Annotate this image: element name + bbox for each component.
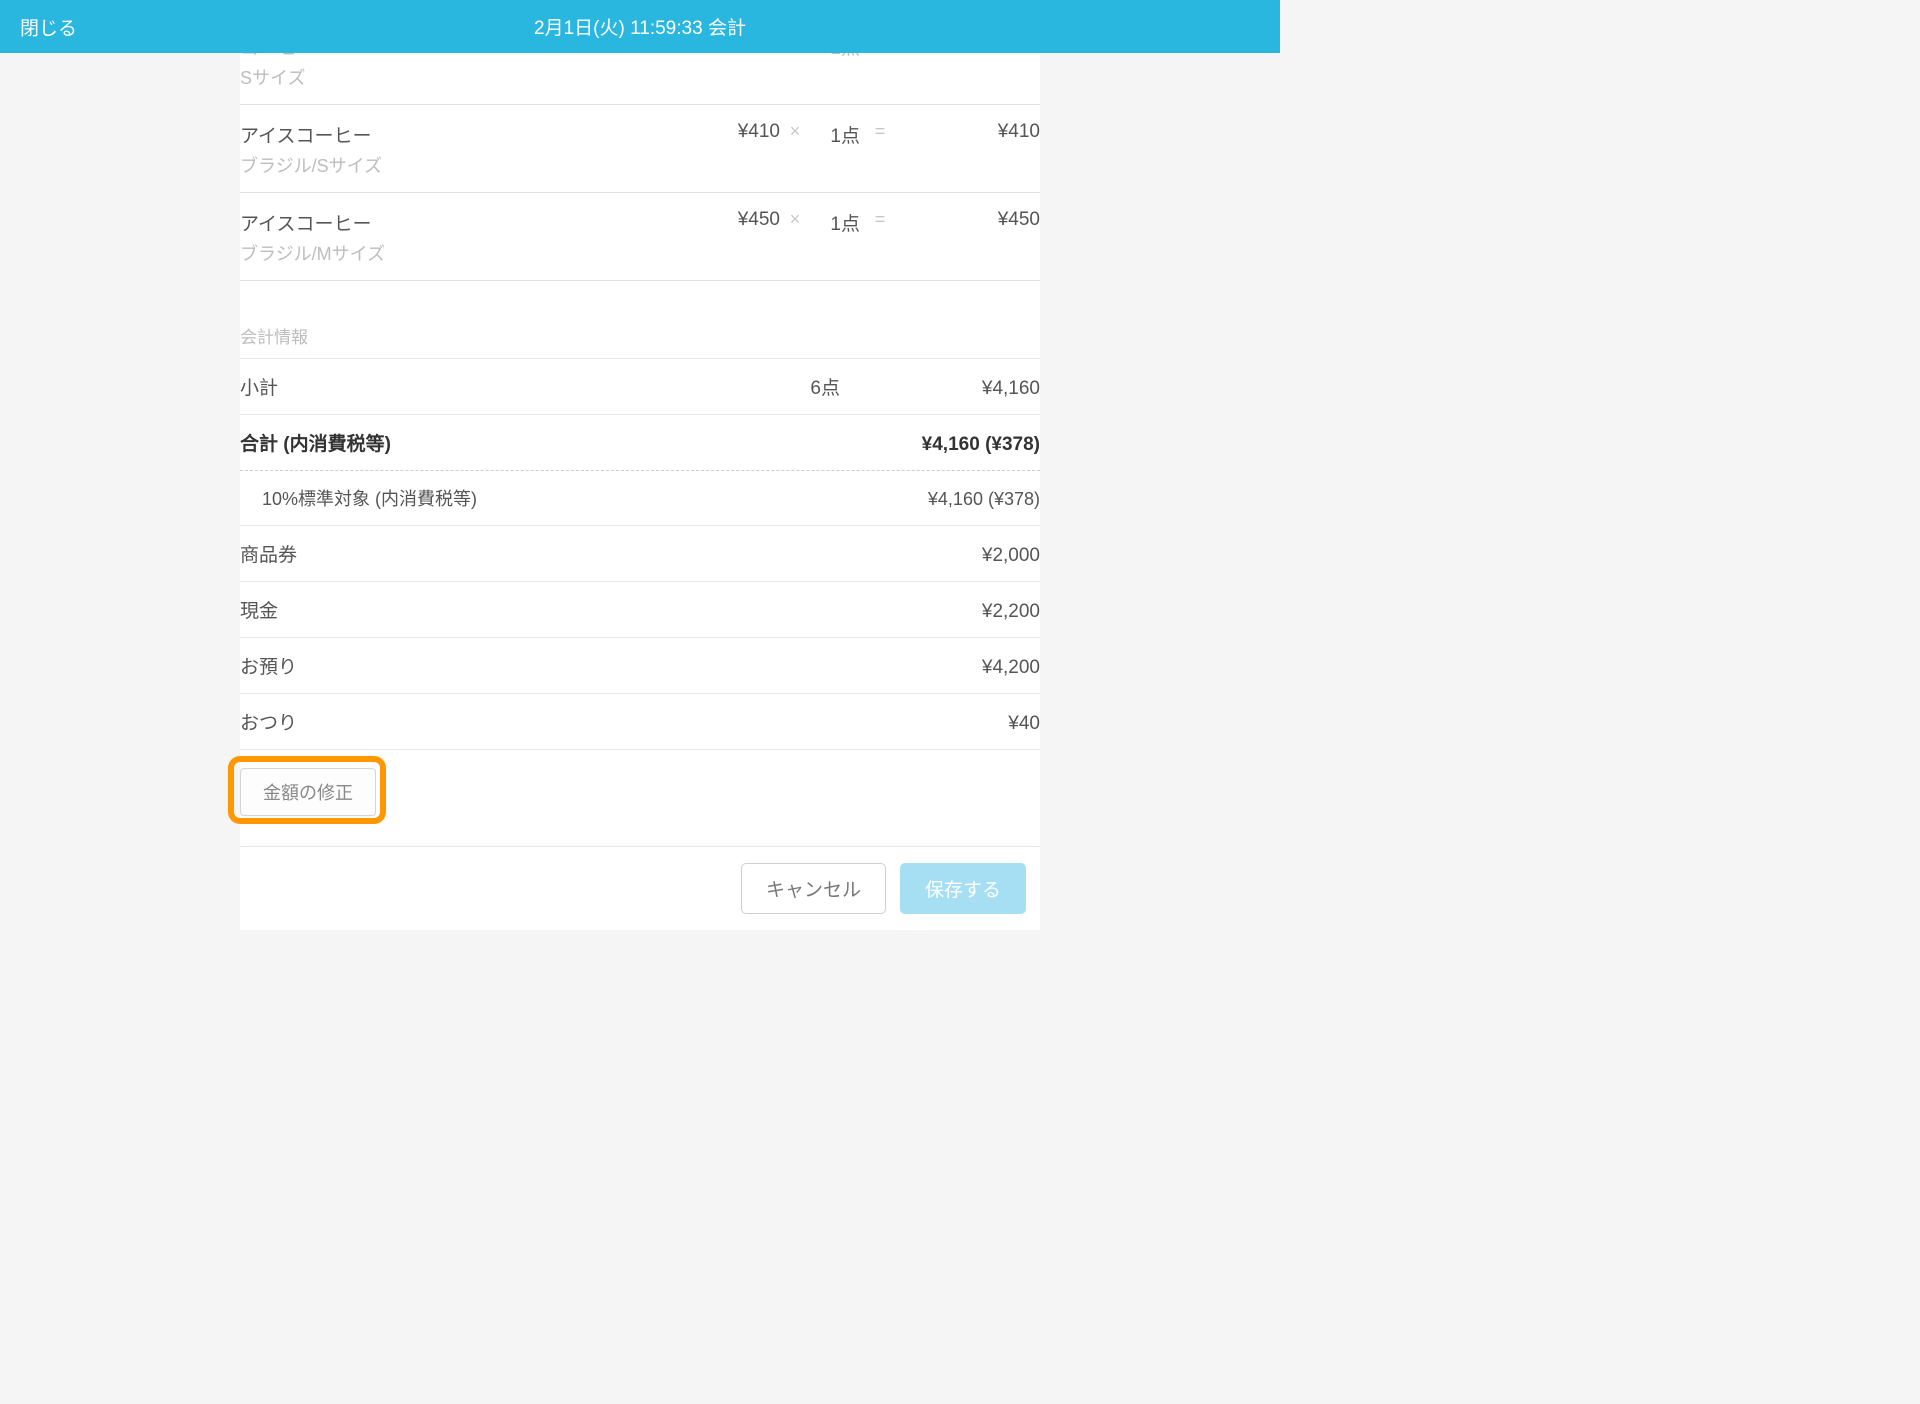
item-name: アイスコーヒー [240,209,690,236]
edit-amount-button[interactable]: 金額の修正 [240,768,376,816]
voucher-label: 商品券 [240,540,840,567]
received-label: お預り [240,652,840,679]
voucher-value: ¥2,000 [840,545,1040,567]
line-item: アイスコーヒー ブラジル/Sサイズ ¥410 × 1点 = ¥410 [240,105,1040,193]
page-title: 2月1日(火) 11:59:33 会計 [534,13,746,40]
subtotal-row: 小計 6点 ¥4,160 [240,359,1040,415]
item-variant: ブラジル/Mサイズ [240,240,690,266]
item-unit-price: ¥450 [690,209,780,231]
save-button[interactable]: 保存する [900,863,1026,914]
equals-symbol: = [860,121,900,142]
item-line-total: ¥450 [900,209,1040,231]
item-unit-price: ¥410 [690,121,780,143]
item-quantity: 1点 [810,209,860,236]
item-name: アイスコーヒー [240,121,690,148]
total-label: 合計 (内消費税等) [240,429,922,456]
subtotal-label: 小計 [240,373,760,400]
total-row: 合計 (内消費税等) ¥4,160 (¥378) [240,415,1040,471]
change-label: おつり [240,708,840,735]
footer-bar: キャンセル 保存する [240,846,1040,930]
app-header: 閉じる 2月1日(火) 11:59:33 会計 [0,0,1280,53]
cash-label: 現金 [240,596,840,623]
change-row: おつり ¥40 [240,694,1040,750]
received-value: ¥4,200 [840,657,1040,679]
cash-row: 現金 ¥2,200 [240,582,1040,638]
multiply-symbol: × [780,209,810,230]
change-value: ¥40 [840,713,1040,735]
tax-label: 10%標準対象 (内消費税等) [262,485,928,511]
total-value: ¥4,160 (¥378) [922,434,1040,456]
received-row: お預り ¥4,200 [240,638,1040,694]
subtotal-quantity: 6点 [760,373,840,400]
subtotal-value: ¥4,160 [840,378,1040,400]
line-item: アイスコーヒー ブラジル/Mサイズ ¥450 × 1点 = ¥450 [240,193,1040,281]
equals-symbol: = [860,209,900,230]
item-line-total: ¥410 [900,121,1040,143]
close-button[interactable]: 閉じる [20,13,77,40]
voucher-row: 商品券 ¥2,000 [240,526,1040,582]
item-variant: ブラジル/Sサイズ [240,152,690,178]
multiply-symbol: × [780,121,810,142]
tax-value: ¥4,160 (¥378) [928,489,1040,510]
tax-row: 10%標準対象 (内消費税等) ¥4,160 (¥378) [240,471,1040,526]
receipt-panel: コーヒー Sサイズ ¥300 × 1点 = ¥300 アイスコーヒー ブラジル/… [240,33,1040,846]
cancel-button[interactable]: キャンセル [741,863,886,914]
item-variant: Sサイズ [240,64,690,90]
item-quantity: 1点 [810,121,860,148]
summary-section-label: 会計情報 [240,281,1040,358]
cash-value: ¥2,200 [840,601,1040,623]
